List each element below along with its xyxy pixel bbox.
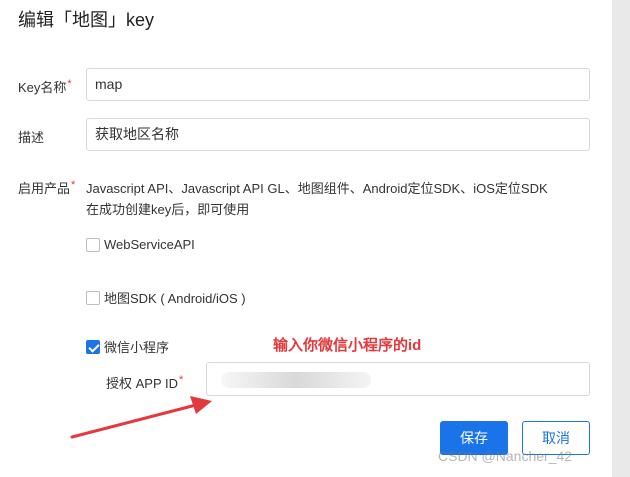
csdn-watermark: CSDN @Nancher_42 — [438, 448, 573, 464]
annotation-arrow-icon — [70, 396, 212, 439]
